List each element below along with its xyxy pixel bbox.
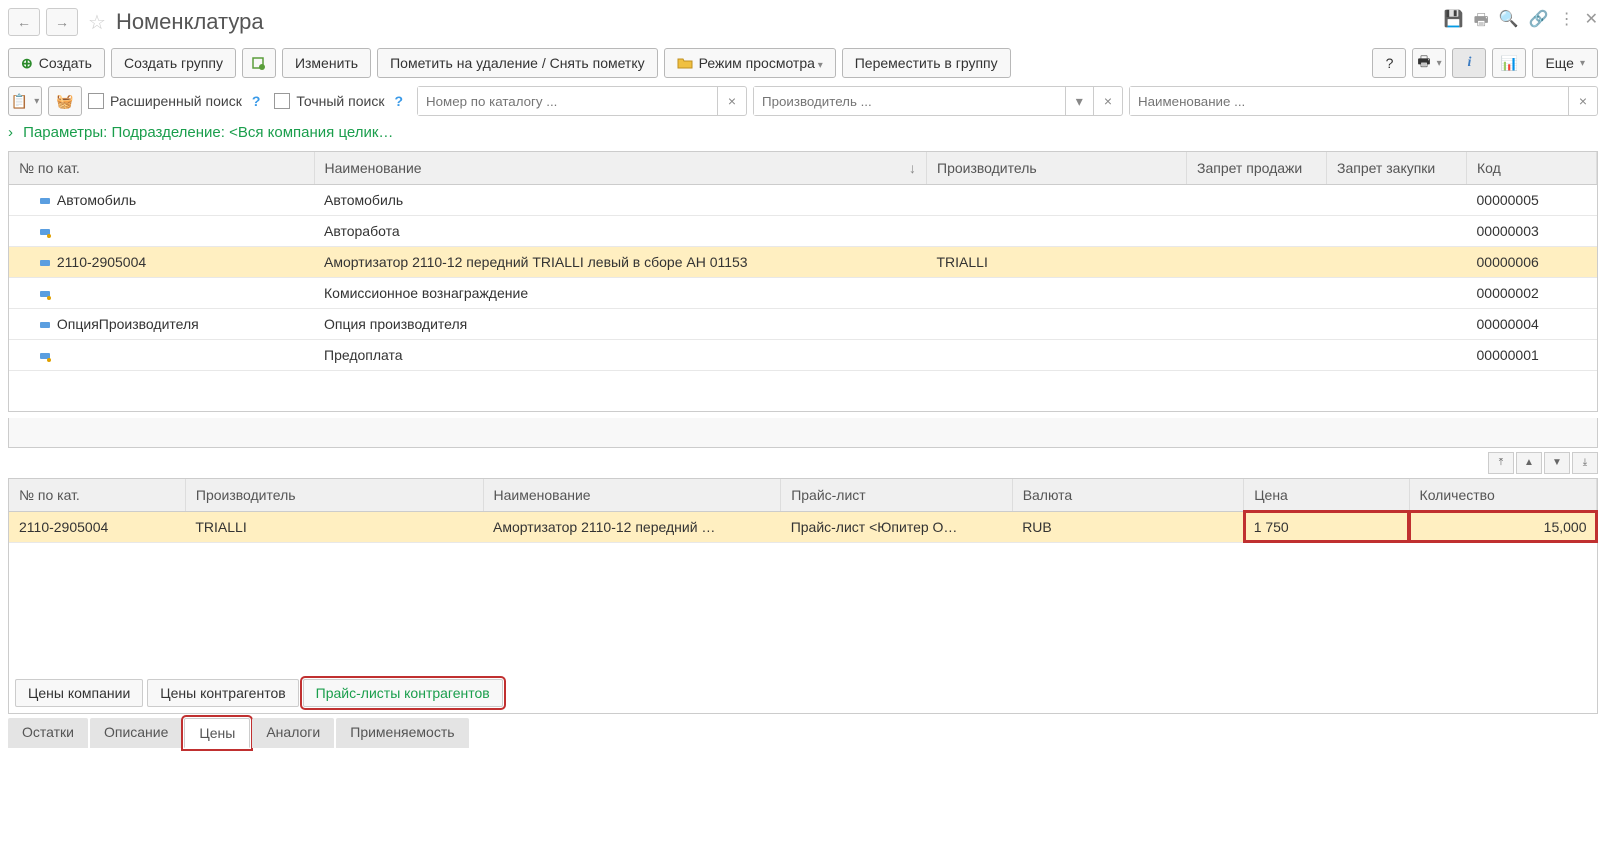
create-label: Создать: [39, 55, 92, 71]
name-clear-button[interactable]: ×: [1568, 87, 1597, 115]
tab-analogs[interactable]: Аналоги: [252, 718, 334, 748]
split-up-button[interactable]: ▲: [1516, 452, 1542, 474]
view-mode-button[interactable]: Режим просмотра: [664, 48, 836, 78]
move-to-group-button[interactable]: Переместить в группу: [842, 48, 1011, 78]
dcol-cat[interactable]: № по кат.: [9, 479, 185, 512]
printer-icon: 🖶: [1417, 51, 1430, 75]
more-button[interactable]: Еще: [1532, 48, 1598, 78]
manufacturer-input[interactable]: [754, 87, 1065, 115]
detail-row[interactable]: 2110-2905004TRIALLIАмортизатор 2110-12 п…: [9, 511, 1597, 542]
mark-delete-button[interactable]: Пометить на удаление / Снять пометку: [377, 48, 658, 78]
dcol-price[interactable]: Цена: [1244, 479, 1409, 512]
table-row[interactable]: Предоплата00000001: [9, 340, 1597, 371]
catalog-number-input[interactable]: [418, 87, 717, 115]
filter-dropdown-button[interactable]: 📋: [8, 86, 42, 116]
params-line[interactable]: › Параметры: Подразделение: <Вся компани…: [8, 124, 1598, 141]
more-label: Еще: [1545, 55, 1574, 71]
subtab-counterparty-pricelists[interactable]: Прайс-листы контрагентов: [303, 679, 503, 707]
dcol-qty[interactable]: Количество: [1409, 479, 1596, 512]
sort-icon: ↓: [909, 160, 916, 176]
split-expand-up-button[interactable]: ⤒: [1488, 452, 1514, 474]
item-type-icon: [39, 288, 53, 300]
split-down-button[interactable]: ▼: [1544, 452, 1570, 474]
folder-icon: [677, 56, 693, 70]
print-dropdown-button[interactable]: 🖶: [1412, 48, 1446, 78]
params-text: Параметры: Подразделение: <Вся компания …: [23, 124, 393, 141]
link-icon[interactable]: 🔗: [1529, 9, 1549, 36]
create-group-label: Создать группу: [124, 55, 223, 71]
table-footer-gutter: [8, 418, 1598, 448]
catalog-clear-button[interactable]: ×: [717, 87, 746, 115]
table-row[interactable]: Авторабота00000003: [9, 216, 1597, 247]
col-no-purchase[interactable]: Запрет закупки: [1327, 152, 1467, 185]
col-manufacturer[interactable]: Производитель: [927, 152, 1187, 185]
dcol-pricelist[interactable]: Прайс-лист: [781, 479, 1013, 512]
subtab-counterparty-prices[interactable]: Цены контрагентов: [147, 679, 298, 707]
exact-search-checkbox[interactable]: [274, 93, 290, 109]
tab-applicability[interactable]: Применяемость: [336, 718, 468, 748]
create-group-button[interactable]: Создать группу: [111, 48, 236, 78]
help-button[interactable]: ?: [1372, 48, 1406, 78]
dcol-currency[interactable]: Валюта: [1012, 479, 1244, 512]
manufacturer-clear-button[interactable]: ×: [1093, 87, 1122, 115]
create-button[interactable]: ⊕ Создать: [8, 48, 105, 78]
subtab-company-prices[interactable]: Цены компании: [15, 679, 143, 707]
extended-search-label: Расширенный поиск: [110, 93, 242, 109]
copy-button[interactable]: [242, 48, 276, 78]
qty-cell: 15,000: [1409, 511, 1596, 542]
item-type-icon: [39, 226, 53, 238]
tab-prices[interactable]: Цены: [184, 718, 250, 748]
move-to-group-label: Переместить в группу: [855, 55, 998, 71]
table-row[interactable]: ОпцияПроизводителяОпция производителя000…: [9, 309, 1597, 340]
save-icon[interactable]: 💾: [1444, 9, 1464, 36]
exact-help-icon[interactable]: ?: [394, 93, 403, 109]
nomenclature-table: № по кат. Наименование↓ Производитель За…: [8, 151, 1598, 412]
exact-search-label: Точный поиск: [296, 93, 384, 109]
filter-icon: 📋: [11, 93, 28, 110]
extended-search-checkbox[interactable]: [88, 93, 104, 109]
tab-remains[interactable]: Остатки: [8, 718, 88, 748]
plus-icon: ⊕: [21, 55, 33, 72]
mark-delete-label: Пометить на удаление / Снять пометку: [390, 55, 645, 71]
tab-description[interactable]: Описание: [90, 718, 182, 748]
print-icon[interactable]: 🖶: [1474, 9, 1489, 36]
info-button[interactable]: i: [1452, 48, 1486, 78]
params-expand-icon[interactable]: ›: [8, 124, 13, 141]
name-input[interactable]: [1130, 87, 1568, 115]
nav-back-button[interactable]: ←: [8, 8, 40, 36]
price-cell: 1 750: [1244, 511, 1409, 542]
split-expand-down-button[interactable]: ⤓: [1572, 452, 1598, 474]
table-row[interactable]: АвтомобильАвтомобиль00000005: [9, 185, 1597, 216]
dcol-name[interactable]: Наименование: [483, 479, 781, 512]
item-type-icon: [39, 319, 53, 331]
item-type-icon: [39, 195, 53, 207]
report-icon: 📊: [1501, 55, 1518, 72]
edit-button[interactable]: Изменить: [282, 48, 371, 78]
extended-help-icon[interactable]: ?: [252, 93, 261, 109]
close-icon[interactable]: ✕: [1585, 9, 1598, 36]
dcol-manufacturer[interactable]: Производитель: [185, 479, 483, 512]
col-catalog[interactable]: № по кат.: [9, 152, 314, 185]
table-row[interactable]: 2110-2905004Амортизатор 2110-12 передний…: [9, 247, 1597, 278]
nav-forward-button[interactable]: →: [46, 8, 78, 36]
col-name[interactable]: Наименование↓: [314, 152, 927, 185]
view-mode-label: Режим просмотра: [699, 55, 823, 71]
detail-panel: № по кат. Производитель Наименование Пра…: [8, 478, 1598, 714]
basket-button[interactable]: 🧺: [48, 86, 82, 116]
page-title: Номенклатура: [116, 9, 1438, 35]
table-row[interactable]: Комиссионное вознаграждение00000002: [9, 278, 1597, 309]
report-button[interactable]: 📊: [1492, 48, 1526, 78]
copy-icon: [251, 56, 267, 70]
item-type-icon: [39, 350, 53, 362]
more-menu-icon[interactable]: ⋮: [1559, 9, 1575, 36]
basket-icon: 🧺: [56, 93, 73, 110]
col-no-sale[interactable]: Запрет продажи: [1187, 152, 1327, 185]
edit-label: Изменить: [295, 55, 358, 71]
item-type-icon: [39, 257, 53, 269]
col-code[interactable]: Код: [1467, 152, 1597, 185]
manufacturer-dropdown-button[interactable]: ▾: [1065, 87, 1093, 115]
preview-icon[interactable]: 🔍: [1499, 9, 1519, 36]
favorite-star-icon[interactable]: ☆: [88, 10, 106, 35]
